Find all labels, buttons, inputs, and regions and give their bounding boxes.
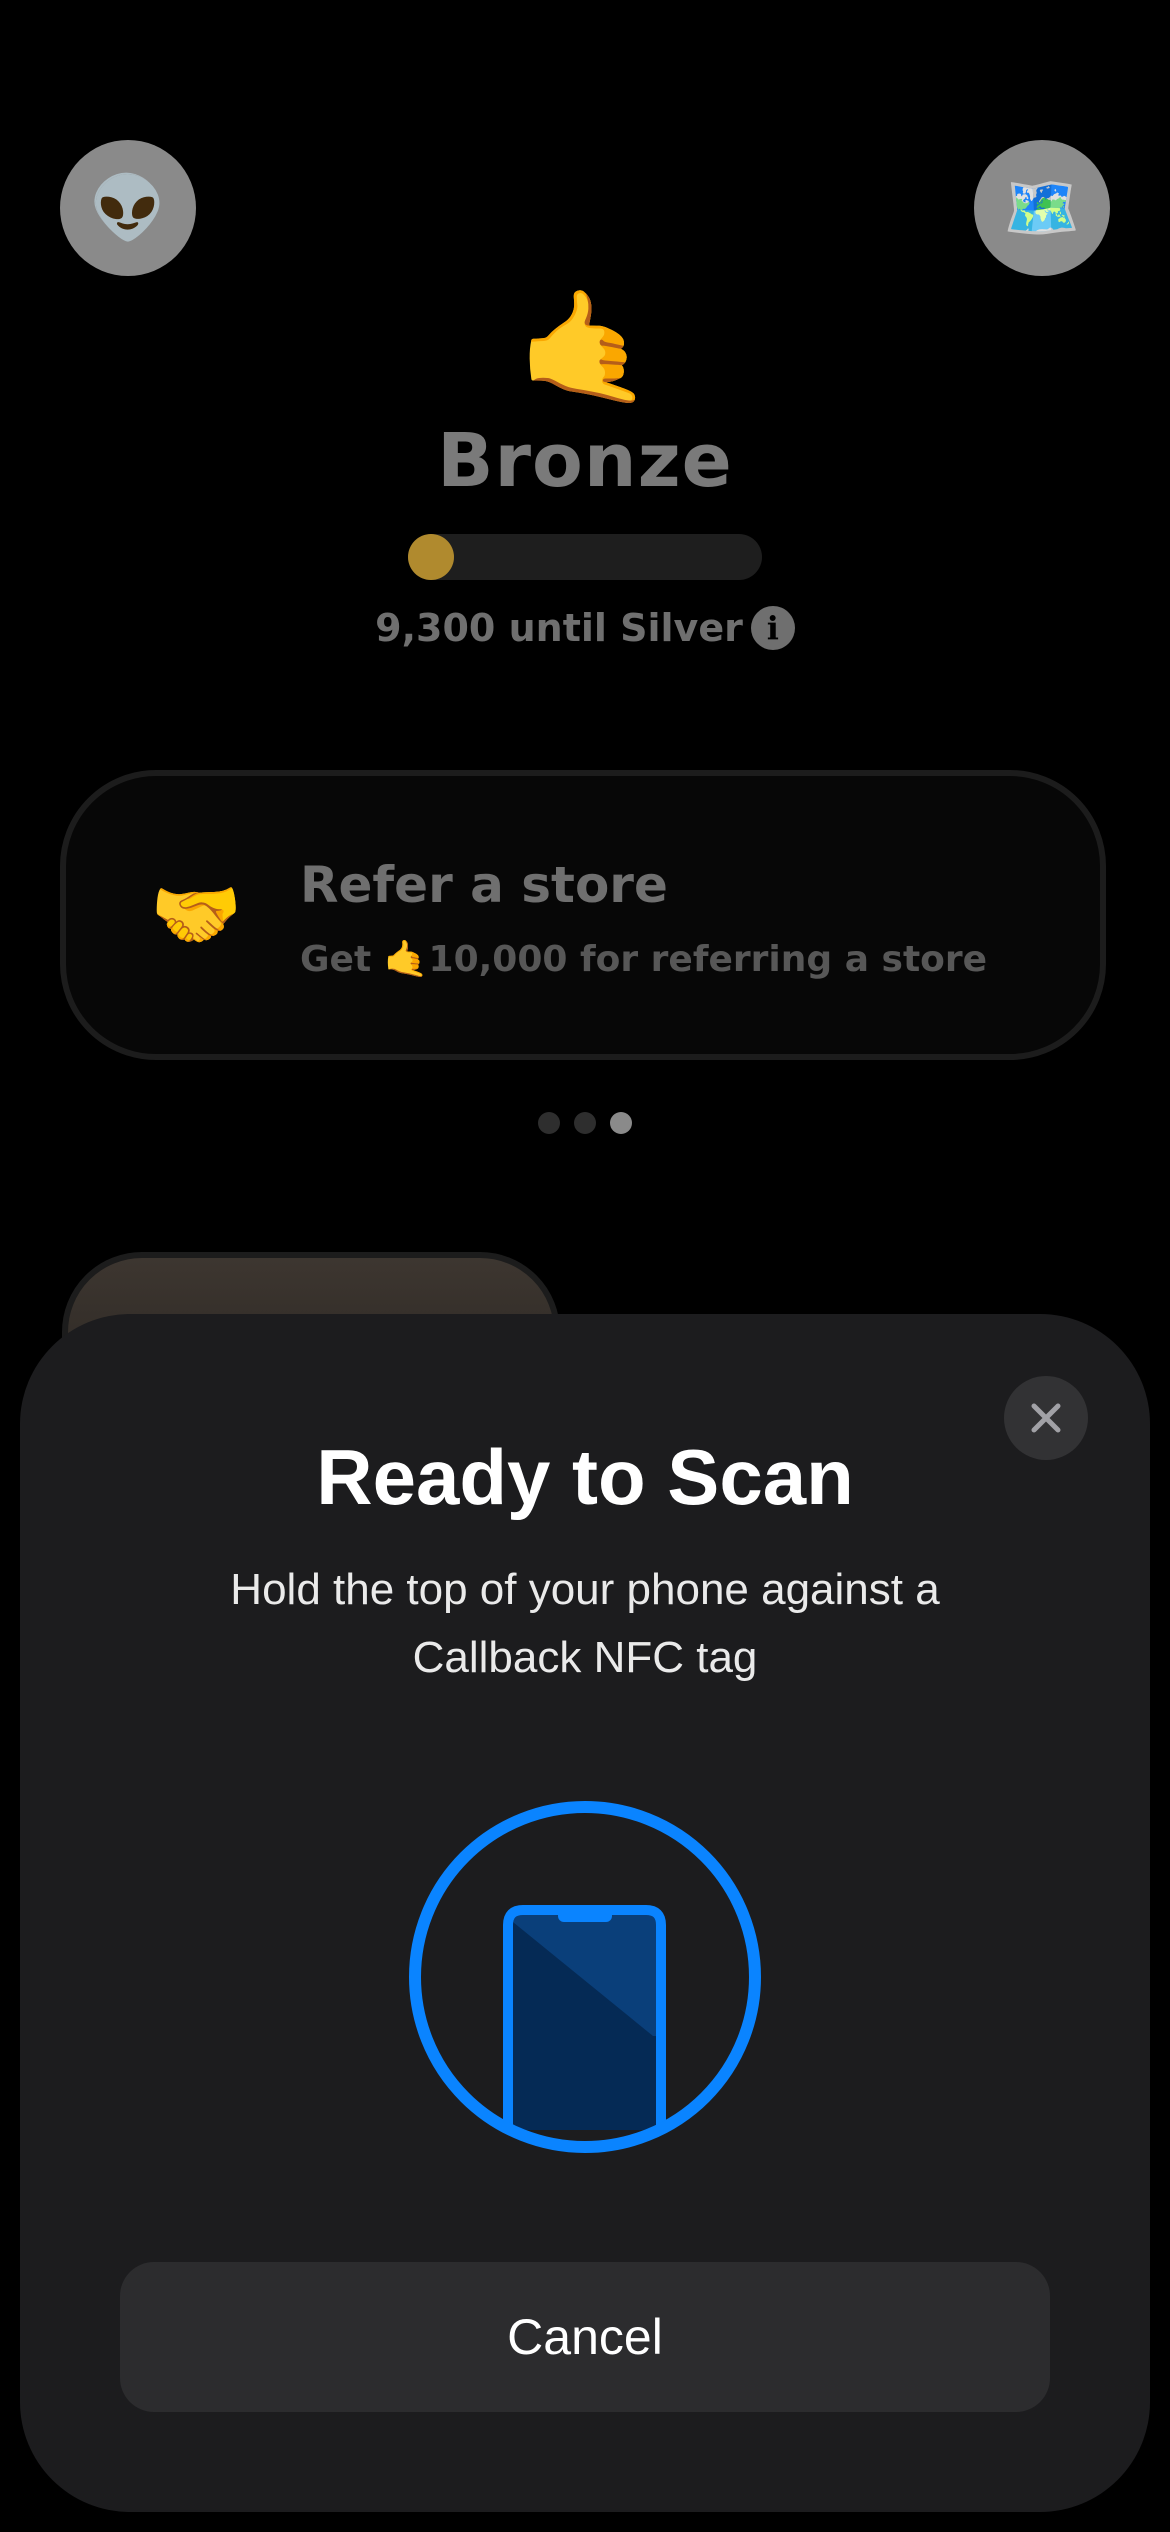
tier-until-text: 9,300 until Silver [375,606,743,650]
nfc-phone-icon [409,1801,761,2153]
info-icon[interactable]: i [750,606,795,650]
refer-card-title: Refer a store [300,856,668,914]
cancel-button[interactable]: Cancel [120,2262,1050,2412]
refer-store-card[interactable]: 🤝 Refer a store Get 🤙10,000 for referrin… [60,770,1106,1060]
sheet-title: Ready to Scan [316,1433,854,1521]
tier-until-row: 9,300 until Silver i [0,606,1170,650]
world-map-emoji-icon: 🗺️ [1003,171,1081,244]
pager-dot[interactable] [610,1112,632,1134]
tier-progress-bar [408,534,762,580]
profile-button[interactable]: 👽 [60,140,196,276]
refer-card-subtitle: Get 🤙10,000 for referring a store [300,939,988,980]
close-icon [1031,1403,1061,1433]
tier-name: Bronze [437,418,733,504]
carousel-pager[interactable] [0,1112,1170,1134]
pager-dot[interactable] [538,1112,560,1134]
handshake-emoji-icon: 🤝 [150,872,243,958]
map-button[interactable]: 🗺️ [974,140,1110,276]
tier-emoji-icon: 🤙 [516,283,654,411]
pager-dot[interactable] [574,1112,596,1134]
tier-progress-fill [408,534,454,580]
alien-emoji-icon: 👽 [89,171,167,244]
sheet-message: Hold the top of your phone against a Cal… [230,1565,940,1682]
